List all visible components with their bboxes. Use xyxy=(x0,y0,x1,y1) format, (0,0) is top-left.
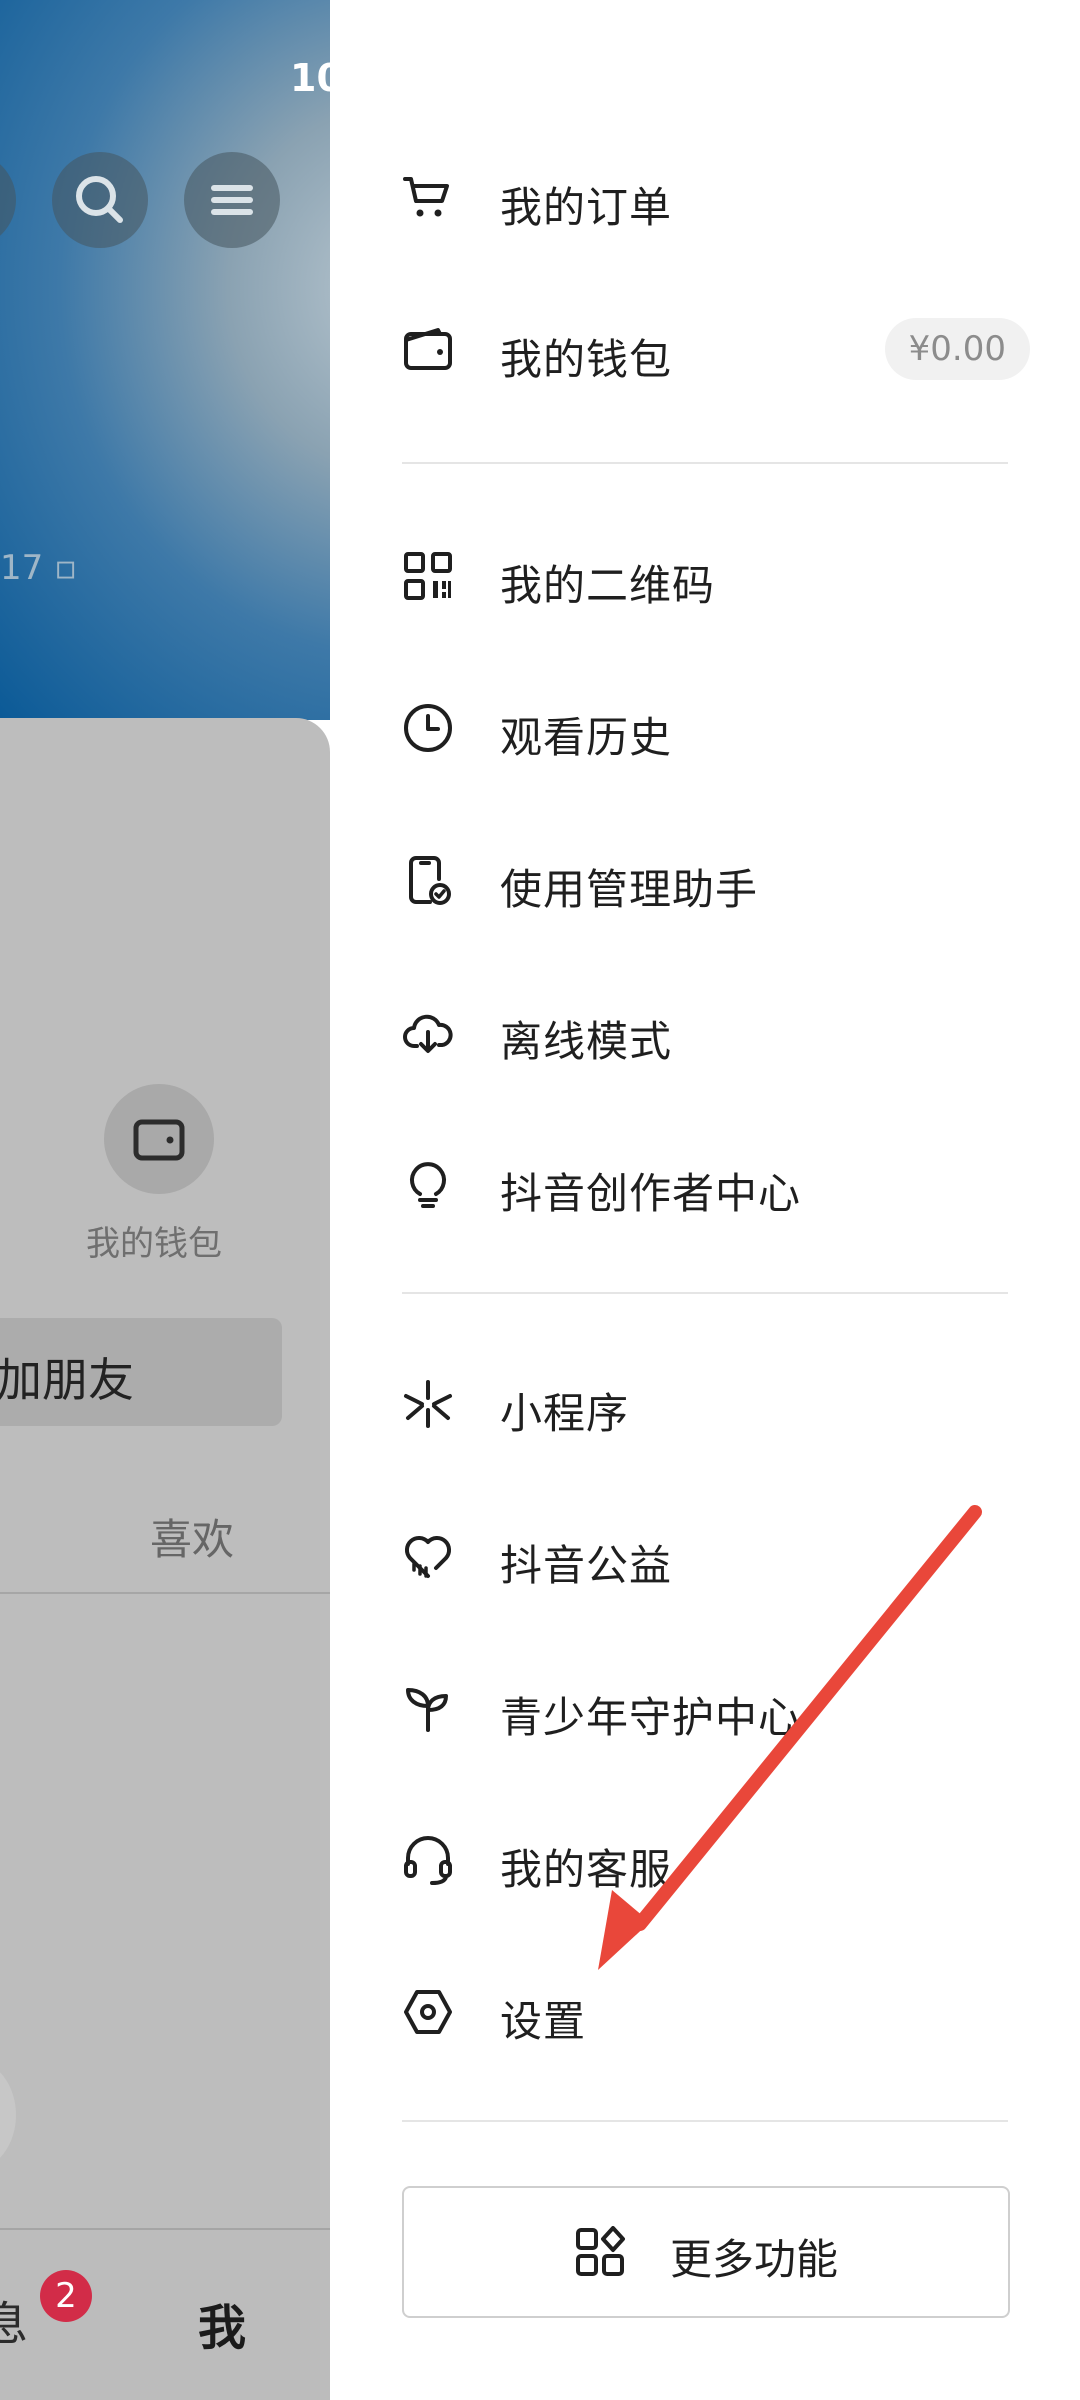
background-tab-messages: 息 xyxy=(0,2297,28,2351)
menu-item-label: 抖音创作者中心 xyxy=(500,1169,802,1218)
menu-item-mini-programs[interactable]: 小程序 xyxy=(330,1344,1080,1464)
menu-item-usage-assistant[interactable]: 使用管理助手 xyxy=(330,820,1080,940)
mini-program-icon xyxy=(404,1380,452,1428)
menu-item-my-qr-code[interactable]: 我的二维码 xyxy=(330,516,1080,636)
headset-icon xyxy=(404,1836,452,1885)
menu-item-label: 设置 xyxy=(500,1997,587,2046)
menu-item-watch-history[interactable]: 观看历史 xyxy=(330,668,1080,788)
background-wallet-icon xyxy=(104,1084,214,1194)
menu-item-label: 抖音公益 xyxy=(500,1541,673,1590)
clock-icon xyxy=(404,704,452,752)
menu-item-label: 我的订单 xyxy=(500,183,673,232)
lightbulb-icon xyxy=(410,1162,446,1208)
more-features-button[interactable]: 更多功能 xyxy=(402,2186,1010,2318)
menu-divider xyxy=(402,462,1008,464)
menu-item-label: 我的钱包 xyxy=(500,335,673,384)
cart-icon xyxy=(403,177,449,217)
menu-item-creator-center[interactable]: 抖音创作者中心 xyxy=(330,1124,1080,1244)
heart-charity-icon xyxy=(404,1535,452,1578)
sprout-icon xyxy=(406,1688,448,1732)
background-search-icon xyxy=(52,152,148,248)
menu-item-my-wallet[interactable]: 我的钱包 ¥0.00 xyxy=(330,290,1080,410)
menu-item-customer-service[interactable]: 我的客服 xyxy=(330,1800,1080,1920)
menu-item-label: 小程序 xyxy=(500,1389,630,1438)
menu-divider xyxy=(402,1292,1008,1294)
background-divider xyxy=(0,1592,330,1594)
menu-item-label: 我的二维码 xyxy=(500,561,716,610)
phone-check-icon xyxy=(409,856,451,905)
settings-hex-icon xyxy=(404,1990,452,2034)
menu-item-label: 使用管理助手 xyxy=(500,865,759,914)
wallet-icon xyxy=(404,328,452,370)
more-features-icon xyxy=(576,2226,625,2276)
menu-item-label: 观看历史 xyxy=(500,713,673,762)
background-top-icon xyxy=(0,152,16,248)
cloud-download-icon xyxy=(403,1014,453,1053)
background-qr-hint-text: 17 xyxy=(0,548,44,588)
wallet-balance-badge: ¥0.00 xyxy=(884,318,1030,380)
messages-badge: 2 xyxy=(40,2270,92,2322)
background-qr-hint: 17 ▫ xyxy=(0,548,77,588)
menu-item-offline-mode[interactable]: 离线模式 xyxy=(330,972,1080,1092)
menu-item-my-orders[interactable]: 我的订单 xyxy=(330,138,1080,258)
more-features-label: 更多功能 xyxy=(670,2235,839,2284)
qr-code-icon xyxy=(404,552,452,600)
background-profile-page: 17 ▫ 我的钱包 加朋友 喜欢 息 2 我 xyxy=(0,0,330,2400)
menu-item-charity[interactable]: 抖音公益 xyxy=(330,1496,1080,1616)
background-tab-bar: 息 2 我 xyxy=(0,2228,330,2400)
menu-item-label: 青少年守护中心 xyxy=(500,1693,802,1742)
background-like-tab: 喜欢 xyxy=(150,1515,235,1564)
menu-item-youth-protection[interactable]: 青少年守护中心 xyxy=(330,1648,1080,1768)
menu-item-settings[interactable]: 设置 xyxy=(330,1952,1080,2072)
background-wallet-label: 我的钱包 xyxy=(86,1224,222,1264)
background-menu-icon xyxy=(184,152,280,248)
background-add-friends-button: 加朋友 xyxy=(0,1318,282,1426)
menu-item-label: 离线模式 xyxy=(500,1017,673,1066)
background-add-friends-label: 加朋友 xyxy=(0,1353,134,1407)
menu-divider xyxy=(402,2120,1008,2122)
background-tab-me: 我 xyxy=(198,2300,247,2356)
menu-item-label: 我的客服 xyxy=(500,1845,673,1894)
small-qr-icon: ▫ xyxy=(54,548,78,588)
side-drawer-menu: 我的订单 我的钱包 ¥0.00 我的二维码 观看历史 使用管理助手 离线模式 抖… xyxy=(330,0,1080,2400)
